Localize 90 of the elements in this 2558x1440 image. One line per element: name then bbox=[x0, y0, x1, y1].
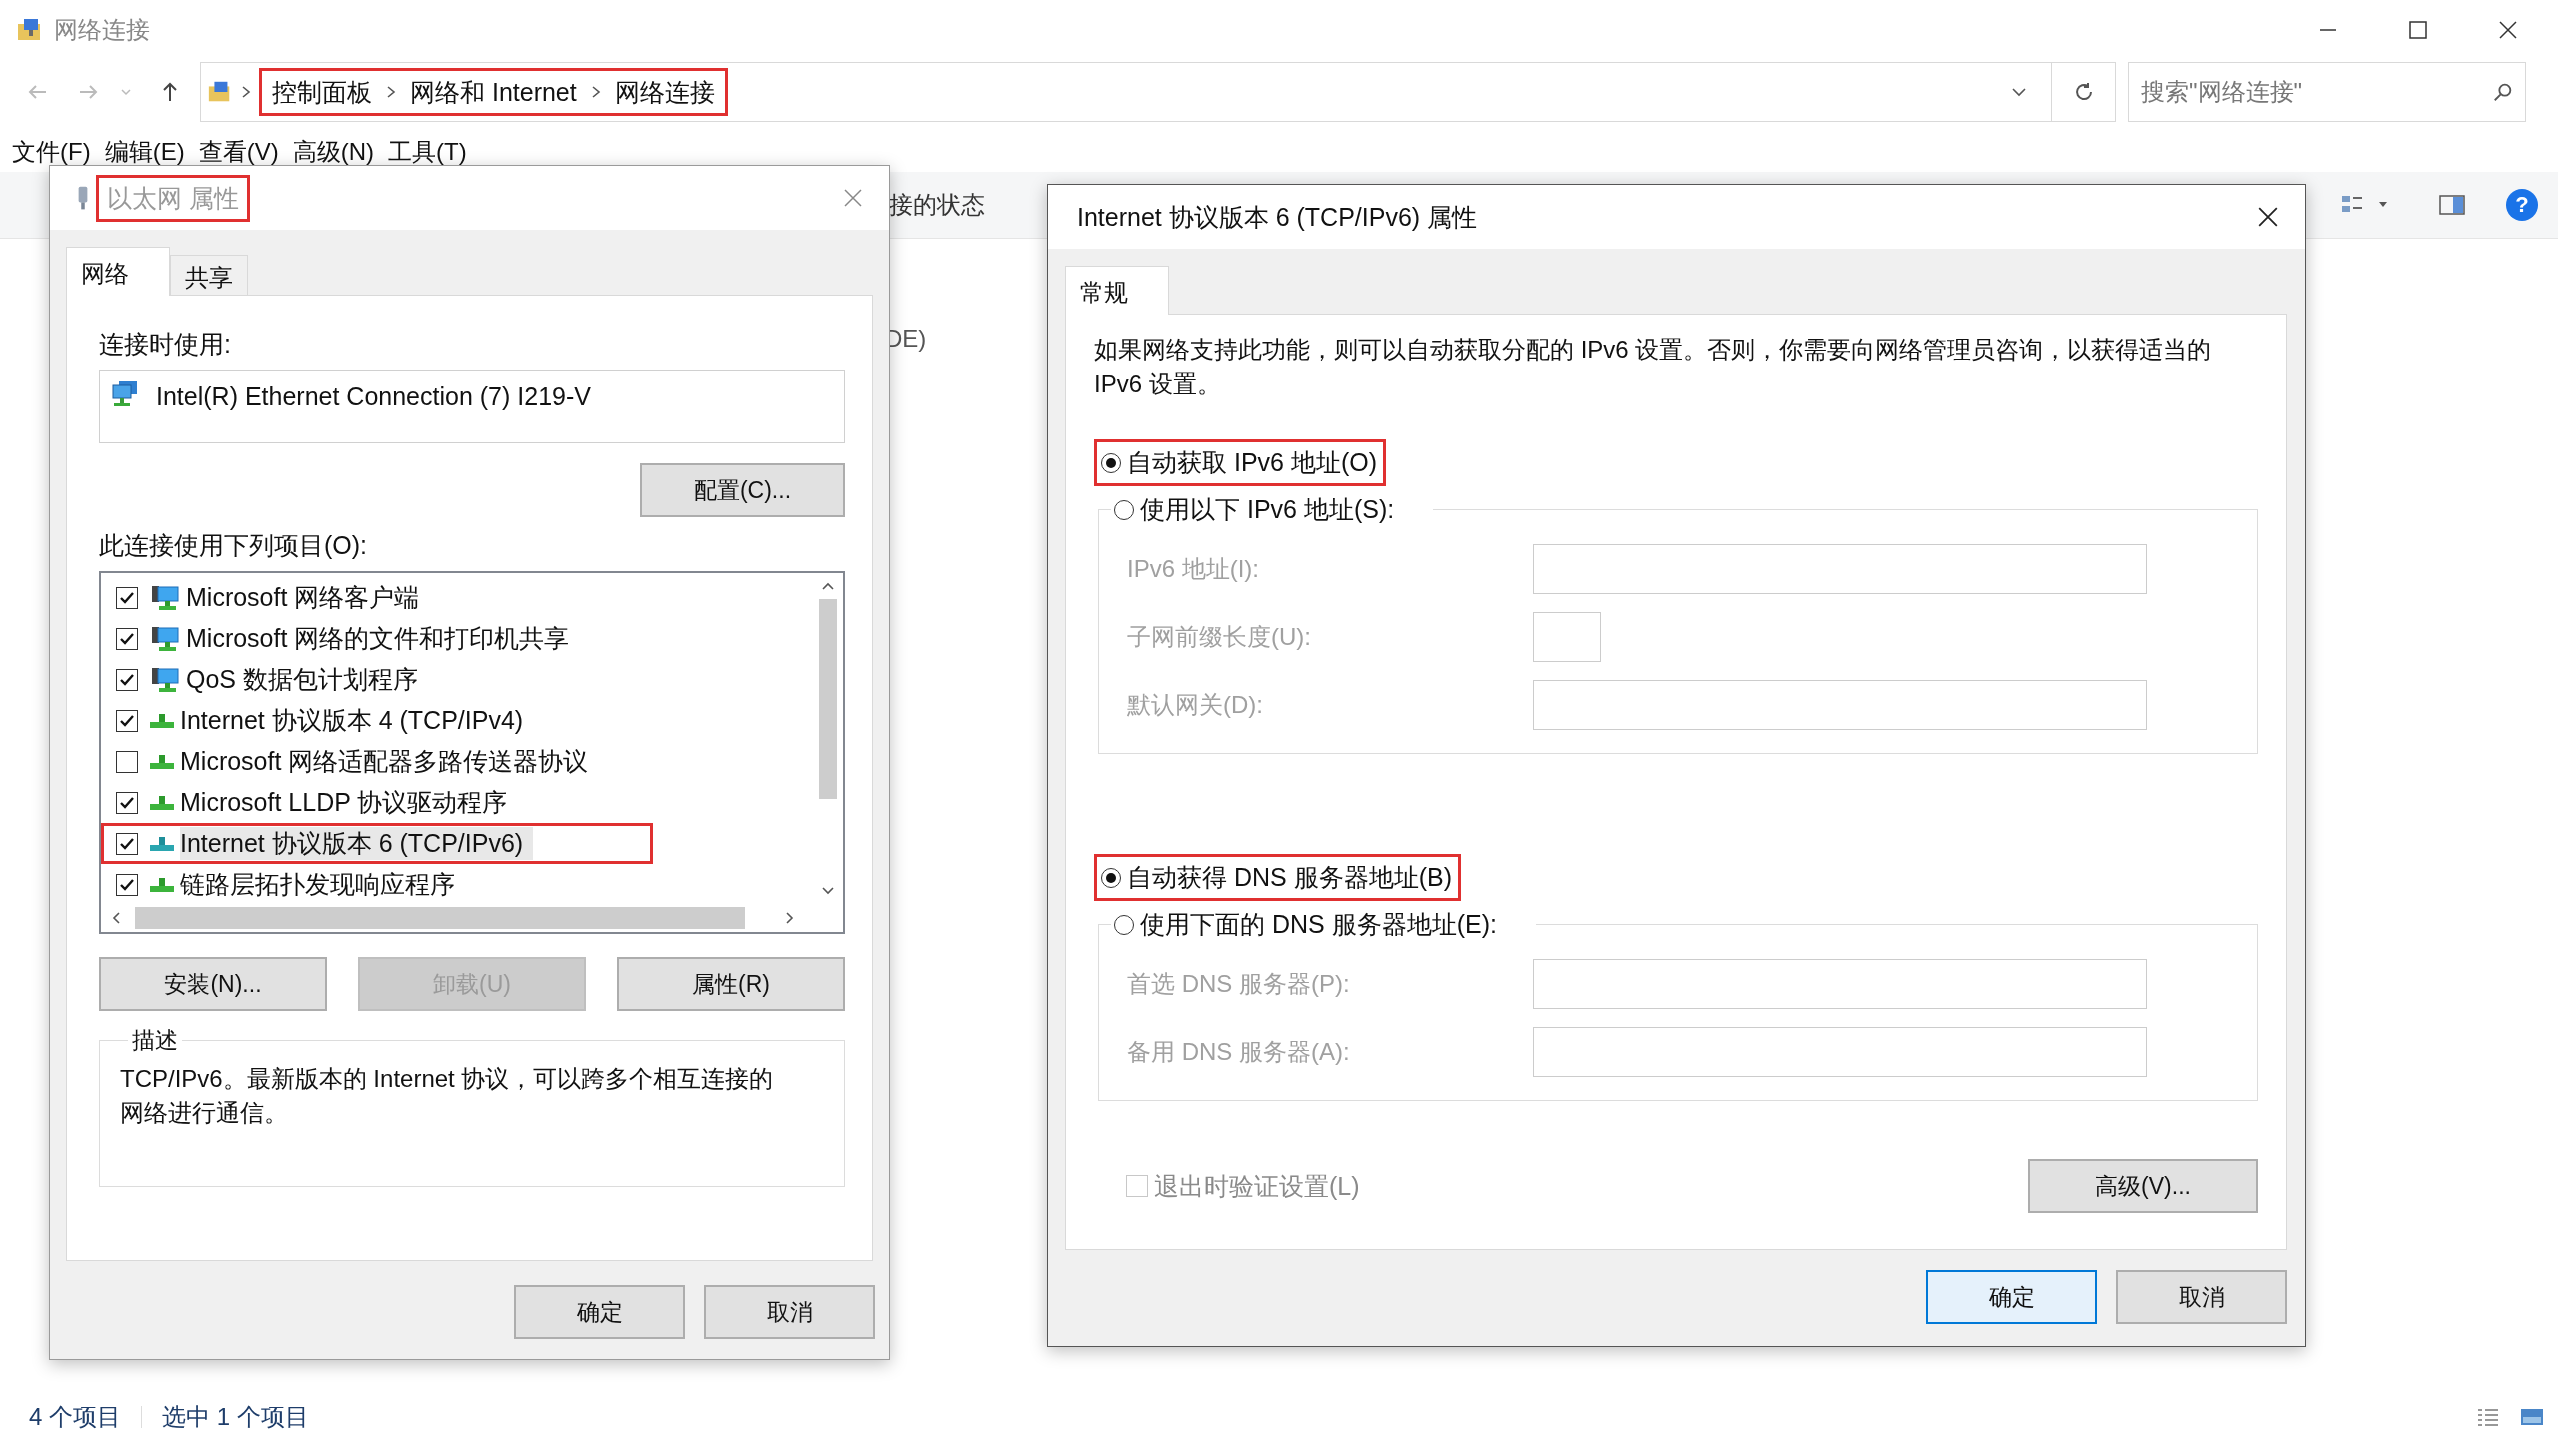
protocol-icon bbox=[150, 713, 174, 728]
dialog-button[interactable]: 取消 bbox=[704, 1285, 875, 1339]
close-icon[interactable] bbox=[2498, 20, 2518, 40]
maximize-icon[interactable] bbox=[2408, 20, 2428, 40]
refresh-button[interactable] bbox=[2052, 62, 2116, 122]
dialog-button[interactable]: 确定 bbox=[514, 1285, 685, 1339]
dialog-button[interactable]: 取消 bbox=[2116, 1270, 2287, 1324]
radio-option[interactable]: 使用以下 IPv6 地址(S): bbox=[1111, 486, 1404, 533]
checkbox[interactable] bbox=[116, 668, 138, 691]
dropdown-caret-icon[interactable] bbox=[2011, 87, 2027, 97]
chevron-icon bbox=[386, 85, 396, 99]
list-item[interactable]: Microsoft 网络的文件和打印机共享 bbox=[101, 618, 653, 659]
description-text: TCP/IPv6。最新版本的 Internet 协议，可以跨多个相互连接的网络进行通信。 bbox=[120, 1064, 775, 1128]
list-item[interactable]: Internet 协议版本 4 (TCP/IPv4) bbox=[101, 700, 653, 741]
intro-text: 如果网络支持此功能，则可以自动获取分配的 IPv6 设置。否则，你需要向网络管理员咨询，以获得适当的 IPv6 设置。 bbox=[1094, 335, 2213, 399]
checkbox[interactable] bbox=[116, 709, 138, 732]
protocol-icon bbox=[150, 836, 174, 851]
toolbar-text[interactable]: 接的状态 bbox=[889, 189, 985, 221]
status-text: 4 个项目 bbox=[29, 1402, 121, 1432]
details-view-icon[interactable] bbox=[2476, 1407, 2500, 1427]
network-computer-icon bbox=[150, 624, 180, 653]
configure-button[interactable]: 配置(C)... bbox=[640, 463, 845, 517]
checkbox[interactable] bbox=[116, 832, 138, 855]
protocol-icon bbox=[150, 754, 174, 769]
network-computer-icon bbox=[150, 665, 180, 694]
field-label: 首选 DNS 服务器(P): bbox=[1127, 969, 1351, 999]
help-button[interactable]: ? bbox=[2506, 189, 2538, 221]
menu-item[interactable]: 编辑(E) bbox=[104, 136, 185, 168]
field-label: 默认网关(D): bbox=[1127, 690, 1264, 720]
radio-button[interactable] bbox=[1101, 452, 1121, 473]
window-title: 网络连接 bbox=[54, 15, 150, 45]
list-item[interactable]: QoS 数据包计划程序 bbox=[101, 659, 653, 700]
breadcrumb-item[interactable]: 控制面板 bbox=[272, 75, 372, 109]
action-button[interactable]: 属性(R) bbox=[617, 957, 845, 1011]
ethernet-plug-icon bbox=[76, 184, 90, 212]
adapter-box: Intel(R) Ethernet Connection (7) I219-V bbox=[99, 370, 845, 443]
menu-item[interactable]: 查看(V) bbox=[198, 136, 279, 168]
tab[interactable]: 共享 bbox=[170, 255, 248, 295]
radio-button[interactable] bbox=[1114, 499, 1134, 520]
advanced-button[interactable]: 高级(V)... bbox=[2028, 1159, 2258, 1213]
dialog-title: 以太网 属性 bbox=[96, 174, 250, 222]
scroll-left-icon[interactable] bbox=[111, 911, 121, 925]
preview-pane-icon[interactable] bbox=[2438, 193, 2466, 217]
checkbox[interactable] bbox=[116, 586, 138, 609]
menu-item[interactable]: 工具(T) bbox=[388, 136, 467, 168]
close-icon[interactable] bbox=[2257, 206, 2279, 228]
checkbox[interactable] bbox=[116, 791, 138, 814]
scroll-up-icon[interactable] bbox=[821, 581, 835, 591]
protocol-icon bbox=[150, 877, 174, 892]
list-item[interactable]: Microsoft 网络适配器多路传送器协议 bbox=[101, 741, 653, 782]
list-item[interactable]: 链路层拓扑发现响应程序 bbox=[101, 864, 653, 904]
network-computer-icon bbox=[110, 379, 140, 409]
field-label: 子网前缀长度(U): bbox=[1127, 622, 1312, 652]
group-title: 描述 bbox=[131, 1026, 179, 1055]
radio-option[interactable]: 使用下面的 DNS 服务器地址(E): bbox=[1111, 901, 1506, 948]
tab[interactable]: 网络 bbox=[66, 247, 170, 296]
network-computer-icon bbox=[150, 583, 180, 612]
dialog-button[interactable]: 确定 bbox=[1926, 1270, 2097, 1324]
action-button[interactable]: 安装(N)... bbox=[99, 957, 327, 1011]
tab[interactable]: 常规 bbox=[1065, 266, 1169, 315]
search-field[interactable]: 搜索"网络连接" bbox=[2128, 62, 2526, 122]
caret-icon[interactable] bbox=[2378, 201, 2388, 209]
search-icon bbox=[2492, 81, 2514, 103]
radio-option[interactable]: 自动获得 DNS 服务器地址(B) bbox=[1094, 854, 1461, 901]
breadcrumb-item[interactable]: 网络和 Internet bbox=[410, 75, 577, 109]
list-item[interactable]: Internet 协议版本 6 (TCP/IPv6) bbox=[101, 823, 653, 864]
radio-button[interactable] bbox=[1101, 867, 1121, 888]
protocol-icon bbox=[150, 795, 174, 810]
section-label: 连接时使用: bbox=[99, 329, 231, 360]
checkbox[interactable] bbox=[116, 627, 138, 650]
menu-item[interactable]: 文件(F) bbox=[12, 136, 91, 168]
status-text: 选中 1 个项目 bbox=[162, 1402, 309, 1432]
field-label: IPv6 地址(I): bbox=[1127, 554, 1260, 584]
menu-item[interactable]: 高级(N) bbox=[292, 136, 374, 168]
field-label: 备用 DNS 服务器(A): bbox=[1127, 1037, 1351, 1067]
checkbox[interactable] bbox=[116, 750, 138, 773]
scroll-down-icon[interactable] bbox=[821, 886, 835, 896]
chevron-icon bbox=[241, 85, 251, 99]
list-item[interactable]: Microsoft LLDP 协议驱动程序 bbox=[101, 782, 653, 823]
section-label: 此连接使用下列项目(O): bbox=[99, 530, 368, 561]
radio-option[interactable]: 自动获取 IPv6 地址(O) bbox=[1094, 439, 1386, 486]
radio-button[interactable] bbox=[1114, 914, 1134, 935]
scroll-right-icon[interactable] bbox=[785, 911, 795, 925]
breadcrumb-item[interactable]: 网络连接 bbox=[614, 75, 715, 109]
checkbox[interactable] bbox=[116, 873, 138, 896]
dialog-title: Internet 协议版本 6 (TCP/IPv6) 属性 bbox=[1076, 201, 1479, 233]
large-icons-view-icon[interactable] bbox=[2520, 1407, 2544, 1427]
chevron-icon bbox=[590, 85, 601, 99]
address-bar[interactable]: 控制面板 网络和 Internet 网络连接 bbox=[200, 62, 2052, 122]
list-item[interactable]: Microsoft 网络客户端 bbox=[101, 577, 653, 618]
